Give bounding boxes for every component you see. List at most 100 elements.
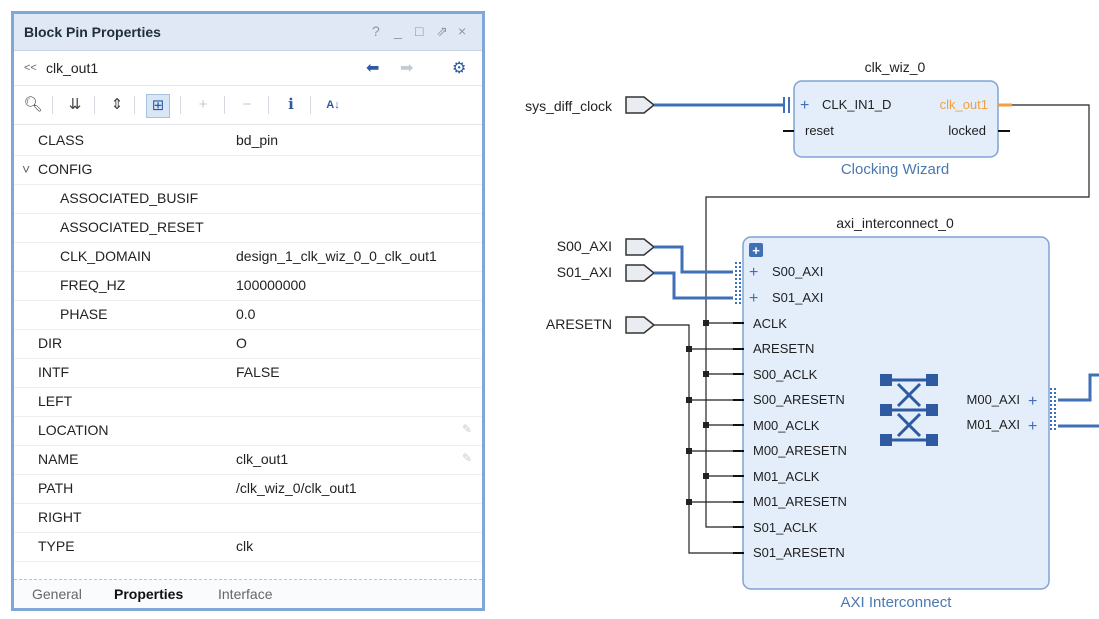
property-row[interactable]: ASSOCIATED_BUSIF <box>14 184 482 214</box>
property-key: ASSOCIATED_BUSIF <box>60 190 199 206</box>
panel-titlebar[interactable]: Block Pin Properties ? _ □ ⇗ × <box>14 14 482 51</box>
gear-icon[interactable]: ⚙ <box>452 58 466 78</box>
interconnect-caption: AXI Interconnect <box>841 594 953 611</box>
property-value: 100000000 <box>236 277 307 293</box>
group-by-category-icon[interactable]: ⊞ <box>146 94 170 118</box>
expand-plus-icon[interactable]: + <box>800 97 809 114</box>
property-row[interactable]: LOCATION ✎ <box>14 416 482 446</box>
property-key: ASSOCIATED_RESET <box>60 219 204 235</box>
pin-m00-aresetn[interactable]: M00_ARESETN <box>753 443 847 458</box>
tab-general[interactable]: General <box>32 586 82 602</box>
svg-text:+: + <box>749 264 758 281</box>
property-row[interactable]: CLK_DOMAIN design_1_clk_wiz_0_0_clk_out1 <box>14 242 482 272</box>
object-name: clk_out1 <box>46 60 99 76</box>
forward-arrow-icon[interactable]: ➡ <box>400 58 413 78</box>
property-key: PHASE <box>60 306 108 322</box>
port-aresetn[interactable] <box>625 316 656 334</box>
clk-wiz-instance-name: clk_wiz_0 <box>865 59 926 75</box>
property-key: CONFIG <box>38 161 93 177</box>
property-key: LOCATION <box>38 422 109 438</box>
back-arrow-icon[interactable]: ⬅ <box>366 58 379 78</box>
panel-title: Block Pin Properties <box>24 24 161 40</box>
property-value: clk <box>236 538 254 554</box>
pin-aresetn[interactable]: ARESETN <box>753 341 814 356</box>
property-row[interactable]: LEFT <box>14 387 482 417</box>
property-key: INTF <box>38 364 70 380</box>
svg-text:+: + <box>1028 418 1037 435</box>
port-sys-diff-clock[interactable] <box>625 96 656 114</box>
pin-locked[interactable]: locked <box>948 123 986 138</box>
bus-wire-m00[interactable] <box>1058 373 1099 402</box>
property-value: 0.0 <box>236 306 256 322</box>
property-value: design_1_clk_wiz_0_0_clk_out1 <box>236 248 437 264</box>
property-value: clk_out1 <box>236 451 289 467</box>
net-aresetn[interactable] <box>654 324 744 554</box>
svg-text:+: + <box>752 243 760 258</box>
tab-properties[interactable]: Properties <box>114 586 183 602</box>
pin-m00-aclk[interactable]: M00_ACLK <box>753 418 820 433</box>
property-row[interactable]: FREQ_HZ 100000000 <box>14 271 482 301</box>
search-icon[interactable]: 🔍︎ <box>22 94 44 116</box>
add-property-icon[interactable]: + <box>192 94 214 116</box>
pin-s00-aresetn[interactable]: S00_ARESETN <box>753 392 845 407</box>
properties-toolbar: 🔍︎ ⇊ ⇕ ⊞ + − ℹ A↓ <box>14 86 482 125</box>
port-s01-axi-label: S01_AXI <box>557 264 612 280</box>
clk-wiz-caption: Clocking Wizard <box>841 161 949 178</box>
pin-s01-aclk[interactable]: S01_ACLK <box>753 520 818 535</box>
property-key: PATH <box>38 480 74 496</box>
property-value: FALSE <box>236 364 280 380</box>
pencil-icon[interactable]: ✎ <box>462 451 472 465</box>
pin-aclk[interactable]: ACLK <box>753 316 787 331</box>
sort-az-icon[interactable]: A↓ <box>322 94 344 116</box>
property-group-config[interactable]: ˅ CONFIG <box>14 155 482 185</box>
port-s01-axi[interactable] <box>625 264 656 282</box>
property-row[interactable]: TYPE clk <box>14 532 482 562</box>
minimize-icon[interactable]: _ <box>394 23 402 39</box>
port-s00-axi[interactable] <box>625 238 656 256</box>
property-key: NAME <box>38 451 79 467</box>
bus-wire-s01[interactable] <box>654 271 733 300</box>
float-icon[interactable]: ⇗ <box>436 23 448 40</box>
property-row[interactable]: CLASS bd_pin <box>14 126 482 156</box>
property-row[interactable]: INTF FALSE <box>14 358 482 388</box>
pin-clk-out1-selected[interactable]: clk_out1 <box>940 97 988 112</box>
info-icon[interactable]: ℹ <box>280 94 302 116</box>
svg-text:+: + <box>1028 393 1037 410</box>
port-sys-diff-clock-label: sys_diff_clock <box>525 98 613 114</box>
property-row[interactable]: DIR O <box>14 329 482 359</box>
property-row[interactable]: PHASE 0.0 <box>14 300 482 330</box>
property-key: TYPE <box>38 538 75 554</box>
pin-clk-in1-d[interactable]: CLK_IN1_D <box>822 97 891 112</box>
port-aresetn-label: ARESETN <box>546 316 612 332</box>
property-value: /clk_wiz_0/clk_out1 <box>236 480 357 496</box>
pin-m01-aclk[interactable]: M01_ACLK <box>753 469 820 484</box>
pin-m01-axi[interactable]: M01_AXI <box>967 417 1020 432</box>
property-row[interactable]: ASSOCIATED_RESET <box>14 213 482 243</box>
expand-all-icon[interactable]: ⇕ <box>106 94 128 116</box>
clk-wiz-block[interactable] <box>793 80 999 158</box>
tab-interface[interactable]: Interface <box>218 586 272 602</box>
pin-s01-aresetn[interactable]: S01_ARESETN <box>753 545 845 560</box>
pin-s01-axi[interactable]: S01_AXI <box>772 290 823 305</box>
pencil-icon[interactable]: ✎ <box>462 422 472 436</box>
svg-text:+: + <box>749 290 758 307</box>
collapse-all-icon[interactable]: ⇊ <box>64 94 86 116</box>
close-icon[interactable]: × <box>458 23 466 39</box>
pin-m01-aresetn[interactable]: M01_ARESETN <box>753 494 847 509</box>
pin-icon: << <box>24 62 37 74</box>
pin-m00-axi[interactable]: M00_AXI <box>967 392 1020 407</box>
pin-s00-axi[interactable]: S00_AXI <box>772 264 823 279</box>
property-row[interactable]: PATH/clk_wiz_0/clk_out1 <box>14 474 482 504</box>
help-icon[interactable]: ? <box>372 23 380 39</box>
remove-property-icon[interactable]: − <box>236 94 258 116</box>
bus-wire-s00[interactable] <box>654 245 733 274</box>
pin-reset[interactable]: reset <box>805 123 834 138</box>
pin-s00-aclk[interactable]: S00_ACLK <box>753 367 818 382</box>
chevron-down-icon[interactable]: ˅ <box>22 161 30 177</box>
property-key: CLASS <box>38 132 84 148</box>
property-row[interactable]: RIGHT <box>14 503 482 533</box>
maximize-icon[interactable]: □ <box>415 23 423 39</box>
block-pin-properties-panel: Block Pin Properties ? _ □ ⇗ × << clk_ou… <box>11 11 485 611</box>
property-row[interactable]: NAME clk_out1 ✎ <box>14 445 482 475</box>
property-key: CLK_DOMAIN <box>60 248 152 264</box>
